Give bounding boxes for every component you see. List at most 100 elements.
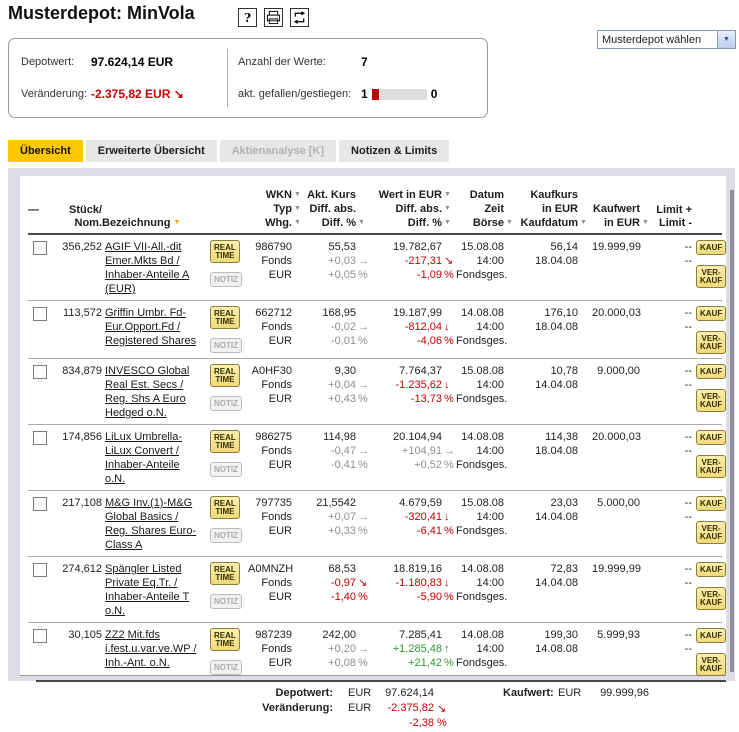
value-text: 14.08.08: [535, 643, 578, 655]
depotwert-value: 97.624,14 EUR: [91, 55, 174, 69]
verkauf-button[interactable]: VER- KAUF: [696, 389, 727, 412]
row-checkbox[interactable]: [33, 307, 47, 321]
table-row: 274,612 Spängler Listed Private Eq.Tr. / …: [28, 557, 727, 623]
wkn-value: 986275: [248, 430, 306, 444]
header-col-select: —: [28, 188, 52, 230]
notiz-button[interactable]: NOTIZ: [210, 660, 242, 675]
column-header-börse[interactable]: Börse ▼: [456, 216, 518, 230]
column-header-diff-%[interactable]: Diff. % ▼: [370, 216, 456, 230]
kauf-button[interactable]: KAUF: [696, 306, 727, 321]
column-header-bezeichnung[interactable]: Bezeichnung ▼: [102, 216, 206, 230]
value-text: 14.08.08: [461, 563, 504, 575]
suffix-spacer: [580, 188, 592, 201]
notiz-button[interactable]: NOTIZ: [210, 396, 242, 411]
cell-stueck: 113,572: [52, 306, 102, 354]
fund-link[interactable]: LiLux Umbrella-LiLux Convert / Inhaber-A…: [105, 430, 201, 486]
verkauf-button[interactable]: VER- KAUF: [696, 331, 727, 354]
fund-link[interactable]: M&G Inv.(1)-M&G Global Basics / Reg. Sha…: [105, 496, 201, 552]
verkauf-button[interactable]: VER- KAUF: [696, 455, 727, 478]
realtime-button[interactable]: REAL TIME: [210, 306, 240, 329]
row-checkbox[interactable]: [33, 563, 47, 577]
verkauf-button[interactable]: VER- KAUF: [696, 265, 727, 288]
column-header-wkn[interactable]: WKN ▼: [248, 188, 306, 202]
column-header-typ[interactable]: Typ ▼: [248, 202, 306, 216]
value-text: Fonds: [261, 511, 292, 523]
notiz-button[interactable]: NOTIZ: [210, 594, 242, 609]
kauf-button[interactable]: KAUF: [696, 628, 727, 643]
verkauf-button-label: KAUF: [700, 400, 723, 409]
row-checkbox[interactable]: [33, 497, 47, 511]
kurs-value: 21,5542: [306, 496, 370, 510]
fund-link[interactable]: AGIF VII-All.-dit Emer.Mkts Bd / Inhaber…: [105, 240, 201, 296]
fund-link[interactable]: Griffin Umbr. Fd-Eur.Opport.Fd / Registe…: [105, 306, 201, 348]
tab-erweiterte-übersicht[interactable]: Erweiterte Übersicht: [85, 140, 217, 162]
percent-suffix: %: [358, 657, 368, 669]
row-checkbox[interactable]: [33, 365, 47, 379]
notiz-button[interactable]: NOTIZ: [210, 528, 242, 543]
fund-link[interactable]: ZZ2 Mit.fds i.fest.u.var.ve.WP / Inh.-An…: [105, 628, 201, 670]
verkauf-button[interactable]: VER- KAUF: [696, 653, 727, 676]
percent-suffix: %: [444, 335, 454, 347]
value-text: +0,08: [328, 657, 356, 669]
column-header-in-eur[interactable]: in EUR ▼: [592, 216, 654, 230]
kurs-diff-value: -0,47 →: [306, 444, 370, 458]
percent-suffix: %: [358, 525, 368, 537]
value-text: +0,04: [328, 379, 356, 391]
cell-wert: 19.187,99 -812,04 ↓ -4,06%: [370, 306, 456, 354]
kauf-button[interactable]: KAUF: [696, 430, 727, 445]
realtime-button[interactable]: REAL TIME: [210, 562, 240, 585]
realtime-button[interactable]: REAL TIME: [210, 496, 240, 519]
fund-link[interactable]: INVESCO Global Real Est. Secs / Reg. Shs…: [105, 364, 201, 420]
suffix-spacer: [506, 306, 518, 320]
column-header-label: WKN: [265, 189, 292, 201]
column-header-kaufdatum[interactable]: Kaufdatum ▼: [518, 216, 592, 230]
column-header-label: —: [28, 204, 39, 216]
notiz-button[interactable]: NOTIZ: [210, 338, 242, 353]
value-text: 18.04.08: [535, 255, 578, 267]
refresh-button[interactable]: [290, 8, 309, 27]
kauf-button[interactable]: KAUF: [696, 240, 727, 255]
kauf-button-label: KAUF: [700, 499, 723, 508]
kauf-button[interactable]: KAUF: [696, 562, 727, 577]
notiz-button[interactable]: NOTIZ: [210, 272, 242, 287]
cell-wert: 20.104,94 +104,91 → +0,52%: [370, 430, 456, 486]
sort-arrow-icon: ▼: [294, 219, 301, 226]
realtime-button[interactable]: REAL TIME: [210, 430, 240, 453]
row-checkbox[interactable]: [33, 431, 47, 445]
column-header-diff-%[interactable]: Diff. % ▼: [306, 216, 370, 230]
cell-bezeichnung: INVESCO Global Real Est. Secs / Reg. Shs…: [102, 364, 206, 420]
suffix-spacer: [358, 306, 370, 320]
help-button[interactable]: ?: [238, 8, 257, 27]
notiz-button[interactable]: NOTIZ: [210, 462, 242, 477]
kurs-diff-value: -0,97 ↘: [306, 576, 370, 590]
wert-diff-value: -217,31 ↘: [370, 254, 456, 268]
kauf-button[interactable]: KAUF: [696, 496, 727, 511]
limit-plus-value: --: [684, 307, 692, 319]
column-header-wert-in-eur[interactable]: Wert in EUR ▼: [370, 188, 456, 202]
limit-plus-value: --: [684, 241, 692, 253]
value-text: -0,97: [330, 577, 356, 589]
whg-value: EUR: [248, 392, 306, 406]
verkauf-button[interactable]: VER- KAUF: [696, 587, 727, 610]
row-checkbox[interactable]: [33, 629, 47, 643]
trend-arrow-icon: →: [358, 445, 369, 457]
depot-select[interactable]: Musterdepot wählen ▼: [597, 30, 736, 49]
column-header-diff-abs[interactable]: Diff. abs. ▼: [370, 202, 456, 216]
scrollbar-thumb[interactable]: [730, 190, 734, 672]
realtime-button-label: TIME: [215, 317, 235, 326]
print-button[interactable]: [264, 8, 283, 27]
verkauf-button[interactable]: VER- KAUF: [696, 521, 727, 544]
tab-übersicht[interactable]: Übersicht: [8, 140, 83, 162]
depot-select-label: Musterdepot wählen: [602, 33, 702, 46]
column-header-whg[interactable]: Whg. ▼: [248, 216, 306, 230]
kauf-button[interactable]: KAUF: [696, 364, 727, 379]
realtime-button[interactable]: REAL TIME: [210, 628, 240, 651]
zeit-value: 14:00: [456, 510, 518, 524]
tab-notizen-limits[interactable]: Notizen & Limits: [339, 140, 450, 162]
cell-limit: -- --: [654, 562, 692, 618]
realtime-button[interactable]: REAL TIME: [210, 364, 240, 387]
value-text: Fondsges.: [456, 335, 508, 347]
realtime-button[interactable]: REAL TIME: [210, 240, 240, 263]
row-checkbox[interactable]: [33, 241, 47, 255]
fund-link[interactable]: Spängler Listed Private Eq.Tr. / Inhaber…: [105, 562, 201, 618]
